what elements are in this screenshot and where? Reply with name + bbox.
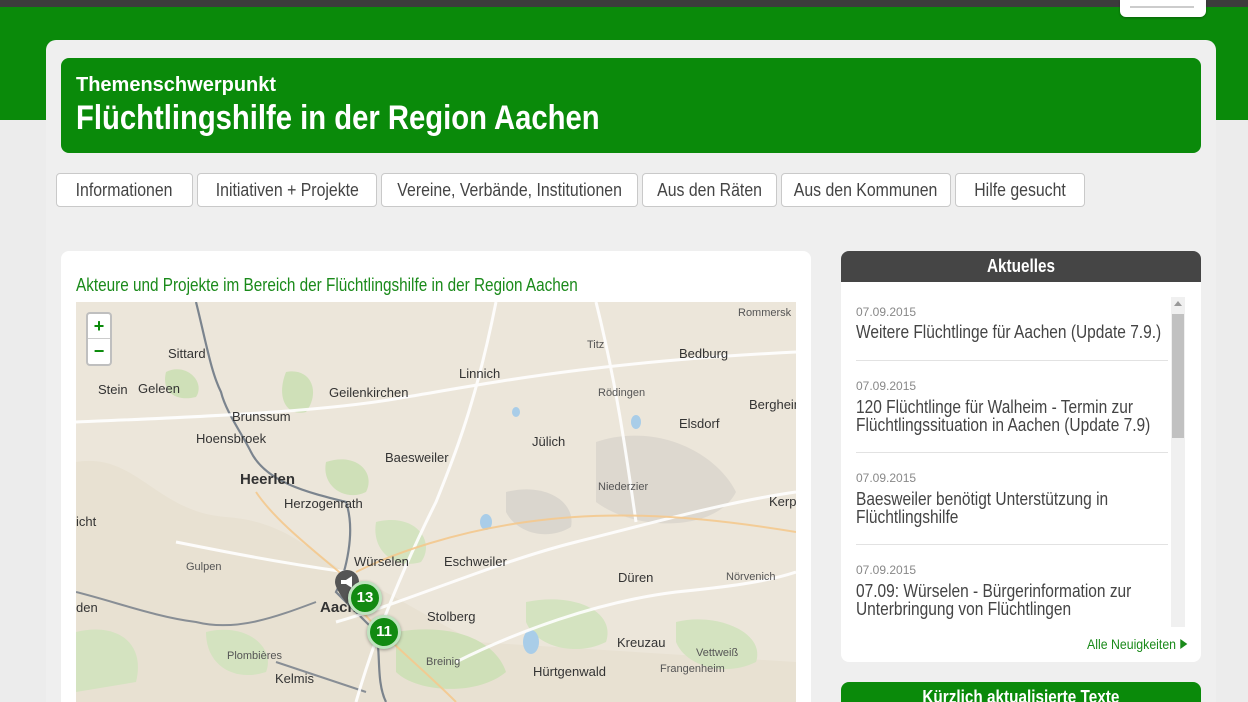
scroll-up-arrow-icon[interactable]	[1174, 301, 1182, 306]
map-section-title: Akteure und Projekte im Bereich der Flüc…	[76, 275, 578, 295]
place-label: Kelmis	[275, 671, 315, 686]
news-title-line: Flüchtlingshilfe	[856, 507, 959, 527]
place-label: Sittard	[168, 346, 206, 361]
page-header: Themenschwerpunkt Flüchtlingshilfe in de…	[61, 58, 1201, 153]
tab-label: Vereine, Verbände, Institutionen	[397, 180, 622, 200]
zoom-in-button[interactable]: +	[88, 314, 110, 339]
place-label: Düren	[618, 570, 654, 585]
tab-informationen[interactable]: Informationen	[56, 173, 193, 207]
place-label: Breinig	[426, 656, 461, 668]
place-label: Rödingen	[598, 387, 646, 399]
place-label: Stein	[98, 382, 128, 397]
place-label: den	[76, 600, 98, 615]
top-bar	[0, 0, 1248, 7]
news-date: 07.09.2015	[856, 471, 917, 485]
news-heading-text: Aktuelles	[986, 256, 1056, 276]
news-item[interactable]: 07.09.2015 120 Flüchtlinge für Walheim -…	[856, 379, 1168, 453]
tab-aus-den-kommunen[interactable]: Aus den Kommunen	[781, 173, 951, 207]
news-title-line: Flüchtlingssituation in Aachen (Update 7…	[856, 415, 1151, 435]
place-label: Hürtgenwald	[533, 664, 606, 679]
news-title-line: 120 Flüchtlinge für Walheim - Termin zur	[856, 397, 1134, 417]
place-label: Vettweiß	[696, 647, 739, 659]
place-label: Heerlen	[240, 471, 296, 488]
place-label: Jülich	[532, 434, 566, 449]
place-label: Geilenkirchen	[329, 385, 409, 400]
play-arrow-icon	[1180, 639, 1188, 649]
place-label: Bedburg	[679, 346, 729, 361]
recent-texts-heading: Kürzlich aktualisierte Texte	[841, 682, 1201, 702]
news-date: 07.09.2015	[856, 305, 917, 319]
place-label: Kreuzau	[617, 635, 666, 650]
tab-hilfe-gesucht[interactable]: Hilfe gesucht	[955, 173, 1085, 207]
news-list: 07.09.2015 Weitere Flüchtlinge für Aache…	[856, 297, 1168, 627]
tab-vereine-verbaende[interactable]: Vereine, Verbände, Institutionen	[381, 173, 638, 207]
place-label: Elsdorf	[679, 416, 720, 431]
place-label: Gulpen	[186, 561, 222, 573]
tab-label: Aus den Kommunen	[794, 180, 938, 200]
news-title[interactable]: 07.09: Würselen - Bürgerinformation zur …	[856, 582, 1166, 618]
news-heading: Aktuelles	[841, 251, 1201, 282]
news-title[interactable]: Baesweiler benötigt Unterstützung in Flü…	[856, 490, 1166, 526]
place-label: Niederzier	[598, 481, 649, 493]
place-label: Herzogenrath	[284, 496, 363, 511]
news-scrollbar[interactable]	[1171, 297, 1185, 627]
tab-initiativen-projekte[interactable]: Initiativen + Projekte	[197, 173, 377, 207]
header-kicker: Themenschwerpunkt	[76, 74, 277, 96]
place-label: Würselen	[354, 554, 409, 569]
place-label: Linnich	[459, 366, 501, 381]
logo-mark	[1130, 6, 1194, 8]
tab-label: Informationen	[76, 180, 173, 200]
map-base	[76, 302, 796, 702]
place-label: Baesweiler	[385, 450, 449, 465]
place-label: icht	[76, 514, 97, 529]
news-item[interactable]: 07.09.2015 Weitere Flüchtlinge für Aache…	[856, 305, 1168, 361]
tab-label: Aus den Räten	[657, 180, 762, 200]
news-date: 07.09.2015	[856, 379, 917, 393]
place-label: Bergheim	[749, 397, 796, 412]
place-label: Eschweiler	[444, 554, 507, 569]
place-label: Titz	[587, 339, 605, 351]
region-map[interactable]: Sittard Stein Geleen Brunssum Hoensbroek…	[76, 302, 796, 702]
news-title-line: 07.09: Würselen - Bürgerinformation zur	[856, 581, 1132, 601]
news-title[interactable]: Weitere Flüchtlinge für Aachen (Update 7…	[856, 323, 1166, 341]
place-label: Brunssum	[232, 409, 291, 424]
zoom-out-button[interactable]: −	[88, 339, 110, 364]
tab-label: Initiativen + Projekte	[215, 180, 359, 200]
place-label: Kerp	[769, 494, 796, 509]
place-label: Plombières	[227, 650, 283, 662]
logo-tab[interactable]	[1120, 0, 1206, 17]
all-news-label: Alle Neuigkeiten	[1087, 636, 1177, 652]
place-label: Frangenheim	[660, 663, 725, 675]
all-news-link[interactable]: Alle Neuigkeiten	[1087, 636, 1188, 652]
place-label: Hoensbroek	[196, 431, 267, 446]
news-title-line: Weitere Flüchtlinge für Aachen (Update 7…	[856, 322, 1162, 342]
news-item[interactable]: 07.09.2015 07.09: Würselen - Bürgerinfor…	[856, 563, 1168, 627]
page-title: Flüchtlingshilfe in der Region Aachen	[76, 99, 600, 137]
news-date: 07.09.2015	[856, 563, 917, 577]
place-label: Geleen	[138, 381, 180, 396]
place-label: Rommersk	[738, 307, 792, 319]
news-title-line: Unterbringung von Flüchtlingen	[856, 599, 1072, 619]
scroll-thumb[interactable]	[1172, 314, 1184, 438]
tab-label: Hilfe gesucht	[974, 180, 1066, 200]
news-item[interactable]: 07.09.2015 Baesweiler benötigt Unterstüt…	[856, 471, 1168, 545]
news-title-line: Baesweiler benötigt Unterstützung in	[856, 489, 1109, 509]
place-label: Nörvenich	[726, 571, 776, 583]
news-title[interactable]: 120 Flüchtlinge für Walheim - Termin zur…	[856, 398, 1166, 434]
place-label: Stolberg	[427, 609, 476, 624]
map-zoom-control: + −	[86, 312, 112, 366]
map-cluster-marker[interactable]: 13	[348, 581, 382, 615]
map-cluster-marker[interactable]: 11	[367, 615, 401, 649]
tab-aus-den-raeten[interactable]: Aus den Räten	[642, 173, 777, 207]
recent-heading-text: Kürzlich aktualisierte Texte	[922, 687, 1120, 702]
